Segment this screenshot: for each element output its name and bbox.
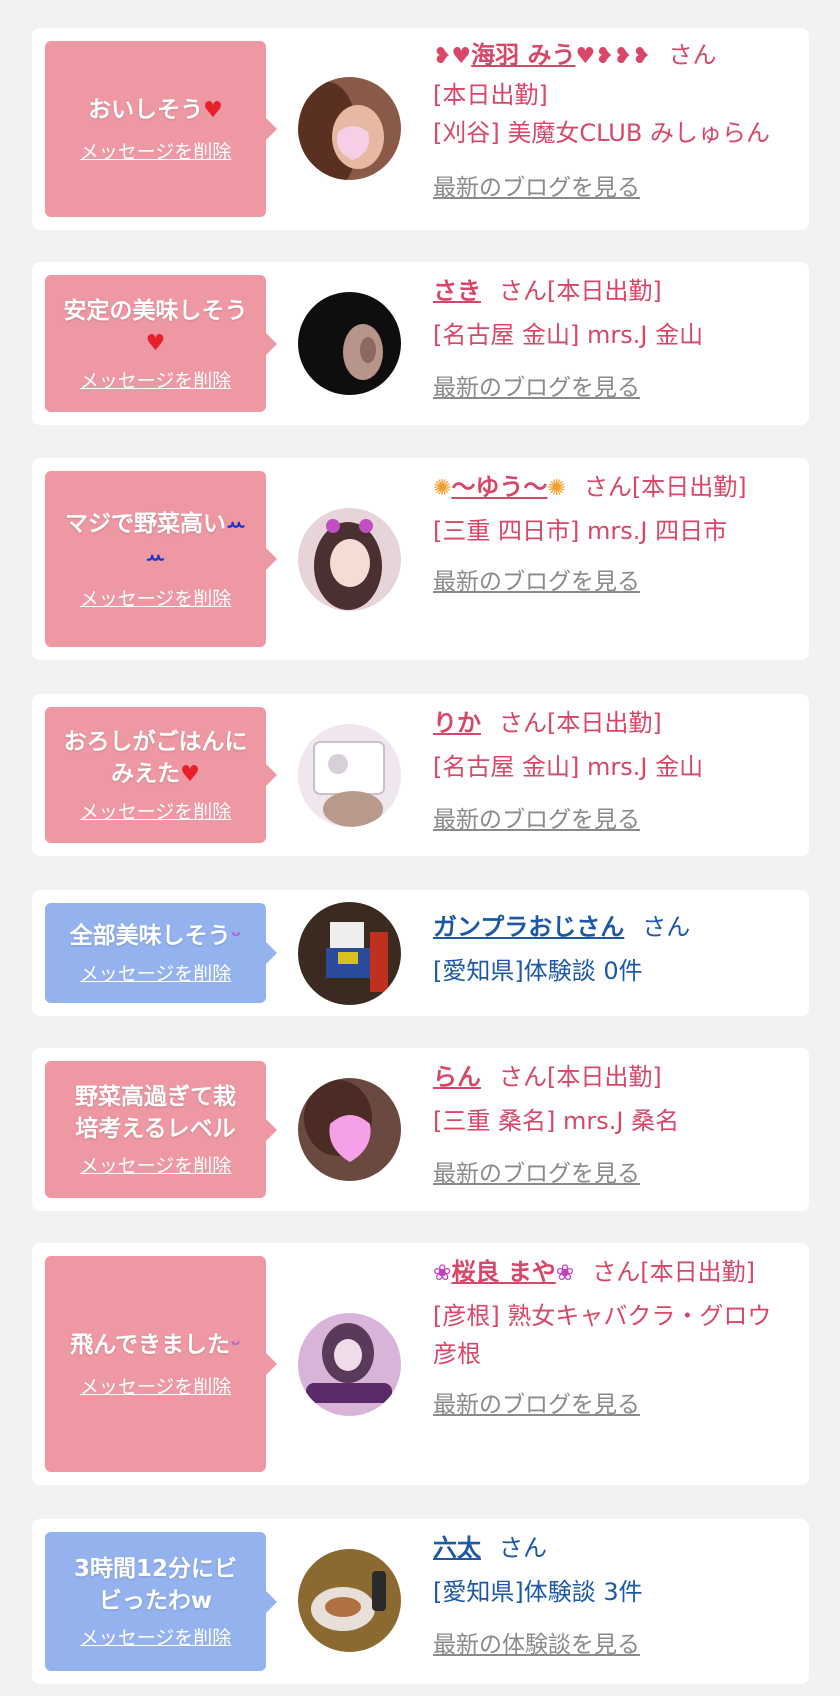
message-text: おいしそう	[88, 97, 204, 123]
message-bubble: おろしがごはんにみえた♥ メッセージを削除	[45, 707, 277, 843]
latest-blog-link[interactable]: 最新のブログを見る	[433, 807, 640, 833]
message-list: おいしそう♥ メッセージを削除 ❥♥海羽 みう♥❥❥❥ さん [本日出勤] [刈谷…	[0, 0, 840, 1696]
sender-info: 六太 さん [愛知県]体験談 3件 最新の体験談を見る	[433, 1529, 773, 1664]
work-status: [本日出勤]	[631, 473, 747, 501]
work-status: [本日出勤]	[547, 277, 662, 305]
avatar[interactable]	[298, 1549, 401, 1652]
tears-icon: ꕀ	[226, 511, 246, 537]
shop-name: [名古屋 金山] mrs.J 金山	[433, 753, 704, 781]
message-text: おろしがごはんにみえた	[63, 729, 248, 787]
sender-name-link[interactable]: 六太	[433, 1534, 481, 1562]
shop-name: [三重 四日市] mrs.J 四日市	[433, 517, 728, 545]
sender-name-link[interactable]: らん	[433, 1063, 481, 1091]
message-card: マジで野菜高いꕀ ꕀ メッセージを削除 ✺〜ゆう〜✺ さん[本日出勤] [三重 四日…	[32, 458, 809, 660]
avatar[interactable]	[298, 508, 401, 611]
sender-info: りか さん[本日出勤] [名古屋 金山] mrs.J 金山 最新のブログを見る	[433, 704, 773, 839]
smile-icon: ᵕ	[230, 924, 242, 949]
message-text: 安定の美味しそう	[63, 297, 248, 324]
latest-blog-link[interactable]: 最新のブログを見る	[433, 1161, 640, 1187]
sender-name-link[interactable]: 海羽 みう	[471, 41, 575, 69]
shop-name: [名古屋 金山] mrs.J 金山	[433, 321, 704, 349]
latest-review-link[interactable]: 最新の体験談を見る	[433, 1632, 640, 1658]
message-text: マジで野菜高い	[65, 510, 227, 537]
work-status: [本日出勤]	[433, 81, 548, 109]
delete-message-button[interactable]: メッセージを削除	[80, 366, 232, 393]
work-status: [本日出勤]	[547, 709, 662, 737]
message-card: 3時間12分にビビったわw メッセージを削除 六太 さん [愛知県]体験談 3件 …	[32, 1519, 809, 1684]
sender-name-link[interactable]: 桜良 まや	[451, 1258, 555, 1286]
message-card: 安定の美味しそう ♥ メッセージを削除 さき さん[本日出勤] [名古屋 金山] m…	[32, 262, 809, 425]
delete-message-button[interactable]: メッセージを削除	[80, 959, 232, 986]
delete-message-button[interactable]: メッセージを削除	[80, 584, 232, 611]
message-bubble: 3時間12分にビビったわw メッセージを削除	[45, 1532, 277, 1671]
message-card: 飛んできましたᵕ メッセージを削除 ❀桜良 まや❀ さん[本日出勤] [彦根] 熟…	[32, 1243, 809, 1485]
smile-icon: ᵕ	[230, 1333, 241, 1358]
message-bubble: 全部美味しそうᵕ メッセージを削除	[45, 903, 277, 1003]
sender-name-link[interactable]: ガンプラおじさん	[433, 913, 624, 941]
avatar[interactable]	[298, 292, 401, 395]
avatar[interactable]	[298, 1078, 401, 1181]
latest-blog-link[interactable]: 最新のブログを見る	[433, 375, 640, 401]
name-deco: ❀	[433, 1261, 452, 1286]
sender-name-link[interactable]: 〜ゆう〜	[451, 473, 547, 501]
heart-icon: ♥	[145, 330, 166, 356]
avatar[interactable]	[298, 1313, 401, 1416]
message-text: 3時間12分にビビったわw	[73, 1556, 237, 1614]
message-bubble: マジで野菜高いꕀ ꕀ メッセージを削除	[45, 471, 277, 647]
sender-info: さき さん[本日出勤] [名古屋 金山] mrs.J 金山 最新のブログを見る	[433, 272, 773, 407]
review-count: [愛知県]体験談 3件	[433, 1578, 643, 1606]
message-card: おいしそう♥ メッセージを削除 ❥♥海羽 みう♥❥❥❥ さん [本日出勤] [刈谷…	[32, 28, 809, 230]
name-deco: ❀	[555, 1261, 575, 1286]
sender-info: ❥♥海羽 みう♥❥❥❥ さん [本日出勤] [刈谷] 美魔女CLUB みしゅらん …	[433, 36, 773, 207]
message-bubble: おいしそう♥ メッセージを削除	[45, 41, 277, 217]
sender-info: ガンプラおじさん さん [愛知県]体験談 0件	[433, 908, 773, 990]
heart-icon: ♥	[203, 98, 223, 123]
message-card: 全部美味しそうᵕ メッセージを削除 ガンプラおじさん さん [愛知県]体験談 0件	[32, 890, 809, 1016]
delete-message-button[interactable]: メッセージを削除	[80, 1151, 232, 1178]
delete-message-button[interactable]: メッセージを削除	[80, 1372, 232, 1399]
work-status: [本日出勤]	[547, 1063, 662, 1091]
latest-blog-link[interactable]: 最新のブログを見る	[433, 569, 640, 595]
message-text: 野菜高過ぎて栽培考えるレベル	[75, 1084, 236, 1142]
sender-name-link[interactable]: さき	[433, 277, 481, 305]
sender-name-link[interactable]: りか	[433, 709, 481, 737]
message-card: 野菜高過ぎて栽培考えるレベル メッセージを削除 らん さん[本日出勤] [三重 桑…	[32, 1048, 809, 1211]
name-deco: ♥❥❥❥	[575, 44, 651, 69]
avatar[interactable]	[298, 724, 401, 827]
name-deco: ✺	[547, 476, 566, 501]
name-deco: ❥♥	[433, 44, 472, 69]
work-status: [本日出勤]	[640, 1258, 755, 1286]
latest-blog-link[interactable]: 最新のブログを見る	[433, 175, 640, 201]
sender-info: ❀桜良 まや❀ さん[本日出勤] [彦根] 熟女キャバクラ・グロウ彦根 最新のブロ…	[433, 1258, 772, 1418]
shop-name: [刈谷] 美魔女CLUB みしゅらん	[433, 119, 770, 147]
avatar[interactable]	[298, 902, 401, 1005]
message-text: 飛んできました	[70, 1332, 231, 1358]
message-text: 全部美味しそう	[69, 923, 231, 949]
sender-info: らん さん[本日出勤] [三重 桑名] mrs.J 桑名 最新のブログを見る	[433, 1058, 773, 1193]
delete-message-button[interactable]: メッセージを削除	[80, 797, 232, 824]
message-bubble: 野菜高過ぎて栽培考えるレベル メッセージを削除	[45, 1061, 277, 1198]
hearts-icon: ♥	[180, 762, 200, 787]
latest-blog-link[interactable]: 最新のブログを見る	[433, 1392, 640, 1418]
avatar[interactable]	[298, 77, 401, 180]
delete-message-button[interactable]: メッセージを削除	[80, 137, 232, 164]
shop-name: [三重 桑名] mrs.J 桑名	[433, 1107, 680, 1135]
delete-message-button[interactable]: メッセージを削除	[80, 1623, 232, 1650]
message-bubble: 安定の美味しそう ♥ メッセージを削除	[45, 275, 277, 412]
message-card: おろしがごはんにみえた♥ メッセージを削除 りか さん[本日出勤] [名古屋 金山…	[32, 694, 809, 856]
shop-name: [彦根] 熟女キャバクラ・グロウ彦根	[433, 1302, 772, 1368]
sender-info: ✺〜ゆう〜✺ さん[本日出勤] [三重 四日市] mrs.J 四日市 最新のブログ…	[433, 468, 773, 601]
review-count: [愛知県]体験談 0件	[433, 957, 643, 985]
name-deco: ✺	[433, 476, 452, 501]
message-bubble: 飛んできましたᵕ メッセージを削除	[45, 1256, 277, 1472]
